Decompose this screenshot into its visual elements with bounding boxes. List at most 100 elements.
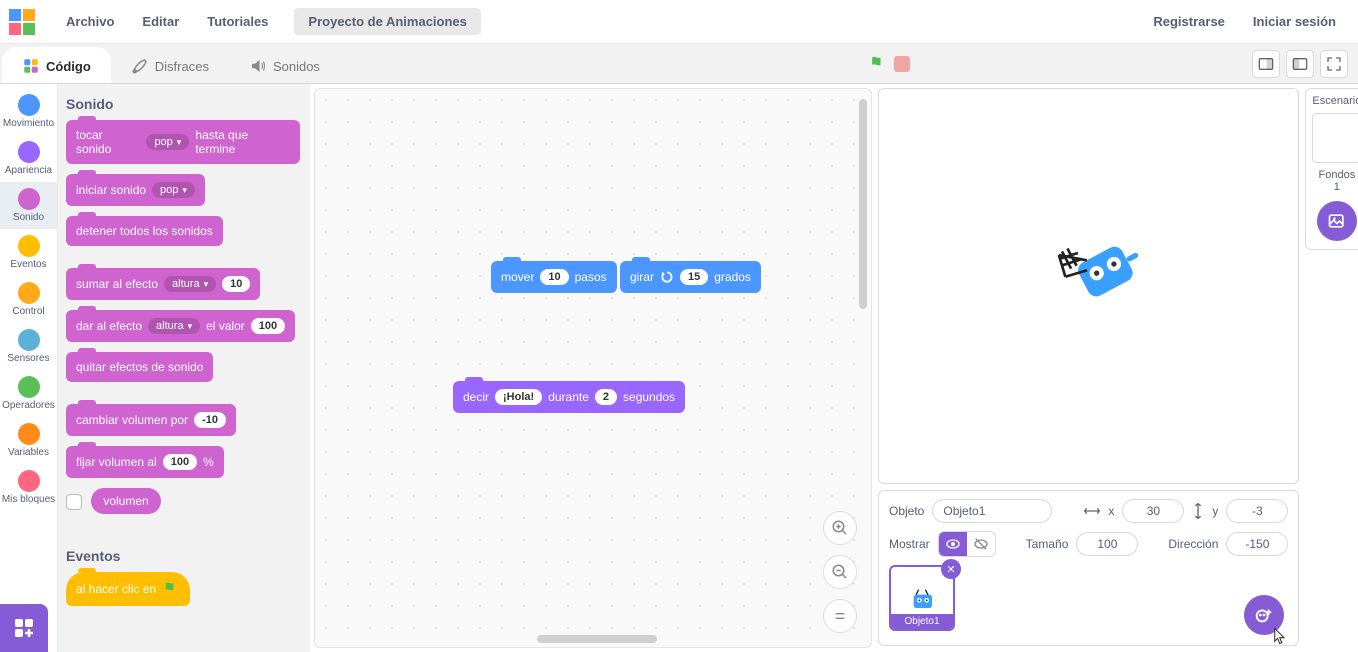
sprite-thumb-icon (904, 583, 940, 613)
speaker-icon (249, 57, 267, 75)
workspace[interactable]: mover 10 pasos girar 15 grados decir ¡Ho… (314, 88, 872, 648)
block-start-sound[interactable]: iniciar sonido pop (66, 174, 205, 206)
cat-myblocks[interactable]: Mis bloques (0, 464, 57, 511)
input-number[interactable]: 100 (163, 454, 197, 470)
direction-label: Dirección (1168, 537, 1218, 551)
sprite-name-input[interactable] (932, 499, 1052, 523)
block-stop-all-sounds[interactable]: detener todos los sonidos (66, 216, 223, 246)
logo-icon (8, 8, 36, 36)
y-label: y (1212, 504, 1218, 518)
cat-sensing[interactable]: Sensores (0, 323, 57, 370)
add-extension-button[interactable] (0, 604, 48, 652)
xy-arrows-icon (1192, 503, 1204, 519)
flag-icon (162, 580, 180, 598)
zoom-out-button[interactable] (823, 555, 857, 589)
y-input[interactable] (1226, 499, 1288, 523)
project-title[interactable]: Proyecto de Animaciones (294, 8, 480, 35)
stage-thumbnail[interactable] (1312, 113, 1358, 163)
input-number[interactable]: -10 (194, 412, 226, 428)
stage-panel[interactable]: Escenario Fondos 1 (1305, 88, 1358, 250)
cat-control[interactable]: Control (0, 276, 57, 323)
block-clear-effects[interactable]: quitar efectos de sonido (66, 352, 213, 382)
show-label: Mostrar (889, 537, 930, 551)
block-set-effect[interactable]: dar al efecto altura el valor 100 (66, 310, 295, 342)
show-button[interactable] (939, 532, 967, 556)
input-number[interactable]: 10 (540, 269, 568, 285)
cat-sound[interactable]: Sonido (0, 182, 57, 229)
green-flag-icon[interactable] (868, 54, 888, 74)
stage[interactable] (878, 88, 1299, 484)
size-input[interactable] (1076, 532, 1138, 556)
sprite-on-stage[interactable] (1039, 214, 1156, 327)
checkbox-volume[interactable] (66, 494, 82, 510)
cat-operators[interactable]: Operadores (0, 370, 57, 417)
cat-events[interactable]: Eventos (0, 229, 57, 276)
cat-looks[interactable]: Apariencia (0, 135, 57, 182)
x-input[interactable] (1122, 499, 1184, 523)
brush-icon (131, 57, 149, 75)
delete-sprite-button[interactable]: ✕ (941, 559, 961, 579)
workspace-grid (315, 89, 871, 647)
input-number[interactable]: 100 (251, 318, 285, 334)
tab-code[interactable]: Código (2, 47, 111, 83)
dropdown-sound[interactable]: pop (146, 134, 189, 150)
tab-sounds-label: Sonidos (273, 59, 320, 74)
scrollbar-vertical[interactable] (859, 99, 867, 309)
scenario-label: Escenario (1312, 95, 1358, 107)
category-rail: Movimiento Apariencia Sonido Eventos Con… (0, 84, 58, 652)
block-volume-reporter[interactable]: volumen (91, 488, 160, 514)
fullscreen-button[interactable] (1320, 50, 1348, 78)
x-label: x (1108, 504, 1114, 518)
menu-edit[interactable]: Editar (128, 6, 193, 37)
cat-variables-label: Variables (8, 447, 49, 458)
direction-input[interactable] (1226, 532, 1288, 556)
add-backdrop-button[interactable] (1317, 201, 1357, 241)
cat-looks-label: Apariencia (5, 165, 52, 176)
tab-costumes-label: Disfraces (155, 59, 209, 74)
tab-costumes[interactable]: Disfraces (111, 47, 229, 83)
menu-file[interactable]: Archivo (52, 6, 128, 37)
object-label: Objeto (889, 504, 924, 518)
tab-sounds[interactable]: Sonidos (229, 47, 340, 83)
block-change-volume[interactable]: cambiar volumen por -10 (66, 404, 236, 436)
input-number[interactable]: 15 (680, 269, 708, 285)
visibility-toggle (938, 531, 996, 557)
hide-button[interactable] (967, 532, 995, 556)
cursor-icon (1270, 627, 1288, 647)
zoom-in-button[interactable] (823, 511, 857, 545)
block-palette[interactable]: Sonido tocar sonido pop hasta que termin… (58, 84, 310, 652)
stop-icon[interactable] (894, 56, 910, 72)
stage-size-small-button[interactable] (1252, 50, 1280, 78)
dropdown-effect[interactable]: altura (148, 318, 200, 334)
zoom-reset-button[interactable]: = (823, 599, 857, 633)
menu-tutorials[interactable]: Tutoriales (193, 6, 282, 37)
scrollbar-horizontal[interactable] (537, 635, 657, 643)
dropdown-effect[interactable]: altura (164, 276, 216, 292)
register-link[interactable]: Registrarse (1139, 6, 1239, 37)
ws-block-say-for[interactable]: decir ¡Hola! durante 2 segundos (453, 381, 685, 413)
input-number[interactable]: 2 (595, 389, 617, 405)
blocks-panel: Movimiento Apariencia Sonido Eventos Con… (0, 84, 310, 652)
main: Movimiento Apariencia Sonido Eventos Con… (0, 84, 1358, 652)
input-number[interactable]: 10 (222, 276, 250, 292)
dropdown-sound[interactable]: pop (152, 182, 195, 198)
cat-motion-label: Movimiento (3, 118, 54, 129)
cat-motion[interactable]: Movimiento (0, 88, 57, 135)
sprite-tile-name: Objeto1 (891, 614, 953, 629)
login-link[interactable]: Iniciar sesión (1239, 6, 1350, 37)
ws-block-move[interactable]: mover 10 pasos (491, 261, 617, 293)
backdrops-label: Fondos (1312, 169, 1358, 181)
sprite-tile[interactable]: ✕ Objeto1 (889, 565, 955, 631)
cat-variables[interactable]: Variables (0, 417, 57, 464)
input-text[interactable]: ¡Hola! (495, 389, 542, 405)
cat-myblocks-label: Mis bloques (2, 494, 55, 505)
block-when-flag-clicked[interactable]: al hacer clic en (66, 572, 190, 606)
block-set-volume[interactable]: fijar volumen al 100 % (66, 446, 224, 478)
block-change-effect[interactable]: sumar al efecto altura 10 (66, 268, 260, 300)
stage-size-large-button[interactable] (1286, 50, 1314, 78)
palette-heading-sound: Sonido (66, 96, 300, 112)
block-play-sound-until[interactable]: tocar sonido pop hasta que termine (66, 120, 300, 164)
xy-arrows-icon (1084, 505, 1100, 517)
cat-operators-label: Operadores (2, 400, 55, 411)
ws-block-turn[interactable]: girar 15 grados (620, 261, 761, 293)
